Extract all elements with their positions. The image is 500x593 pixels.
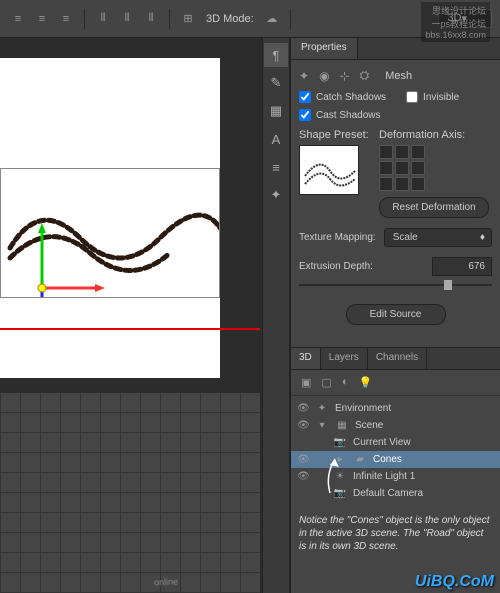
texture-mapping-label: Texture Mapping:	[299, 232, 376, 243]
cast-shadows-checkbox[interactable]	[299, 109, 311, 121]
clone-source-icon[interactable]: ✦	[264, 183, 288, 207]
eyedropper-icon[interactable]: ✎	[264, 71, 288, 95]
deformation-axis-label: Deformation Axis:	[379, 129, 492, 141]
filter-light-icon[interactable]: 💡	[358, 376, 372, 389]
shape-preset-label: Shape Preset:	[299, 129, 369, 141]
texture-mapping-select[interactable]: Scale♦	[384, 228, 492, 247]
tree-scene[interactable]: 👁▾▦Scene	[291, 417, 500, 434]
mini-toolbar: ¶ ✎ ▦ A ≡ ✦	[262, 38, 290, 593]
reset-deformation-button[interactable]: Reset Deformation	[379, 197, 489, 218]
mode-label: 3D Mode:	[206, 13, 254, 25]
align-icon[interactable]: ≡	[8, 9, 28, 29]
watermark-online: online	[154, 577, 178, 588]
distribute-icon-2[interactable]: ⫴	[117, 9, 137, 29]
cast-shadows-label: Cast Shadows	[316, 110, 380, 121]
watermark-bottom: UiBQ.CoM	[415, 573, 494, 591]
mesh-label: Mesh	[385, 70, 412, 82]
cloud-icon[interactable]: ☁	[262, 9, 282, 29]
catch-shadows-checkbox[interactable]	[299, 91, 311, 103]
invisible-label: Invisible	[423, 92, 459, 103]
tab-3d[interactable]: 3D	[291, 348, 321, 369]
coord-icon[interactable]: ⊹	[340, 69, 350, 83]
filter-scene-icon[interactable]: ▣	[301, 376, 311, 389]
tree-current-view[interactable]: 📷Current View	[291, 434, 500, 451]
ground-grid	[0, 393, 260, 593]
filter-mesh-icon[interactable]: ▢	[321, 376, 331, 389]
align-icon-2[interactable]: ≡	[32, 9, 52, 29]
watermark-top: 思缘设计论坛 一ps教程论坛 bbs.16xx8.com	[421, 2, 490, 42]
catch-shadows-label: Catch Shadows	[316, 92, 386, 103]
distribute-icon[interactable]: ⫴	[93, 9, 113, 29]
deformation-axis-grid[interactable]	[379, 145, 492, 191]
type-tool-icon[interactable]: A	[264, 127, 288, 151]
tab-layers[interactable]: Layers	[321, 348, 368, 369]
align-icon-3[interactable]: ≡	[56, 9, 76, 29]
canvas-area[interactable]	[0, 38, 262, 593]
tab-channels[interactable]: Channels	[368, 348, 427, 369]
filter-material-icon[interactable]: ◐	[342, 376, 349, 389]
shape-preset-thumb[interactable]	[299, 145, 359, 195]
align-to-icon[interactable]: ⊞	[178, 9, 198, 29]
paragraph-icon[interactable]: ≡	[264, 155, 288, 179]
filter-icons-row: ▣ ▢ ◐ 💡	[291, 370, 500, 396]
mesh-icon[interactable]: ◉	[319, 69, 329, 83]
bounding-box	[0, 168, 220, 298]
annotation-text: Notice the "Cones" object is the only ob…	[299, 514, 492, 553]
distribute-icon-3[interactable]: ⫴	[141, 9, 161, 29]
materials-icon[interactable]: ✦	[299, 69, 309, 83]
edit-source-button[interactable]: Edit Source	[346, 304, 446, 325]
cap-icon[interactable]: ⛭	[360, 68, 370, 83]
extrusion-depth-input[interactable]	[432, 257, 492, 276]
extrusion-depth-label: Extrusion Depth:	[299, 261, 373, 272]
annotation-arrow	[315, 455, 345, 495]
invisible-checkbox[interactable]	[406, 91, 418, 103]
extrusion-slider[interactable]	[299, 280, 492, 290]
horizon-line	[0, 328, 260, 330]
right-panel: Properties ✦ ◉ ⊹ ⛭ Mesh Catch Shadows In…	[290, 38, 500, 593]
swatches-icon[interactable]: ▦	[264, 99, 288, 123]
properties-tab[interactable]: Properties	[291, 38, 358, 59]
tree-environment[interactable]: 👁✦Environment	[291, 400, 500, 417]
paragraph-panel-icon[interactable]: ¶	[264, 43, 288, 67]
